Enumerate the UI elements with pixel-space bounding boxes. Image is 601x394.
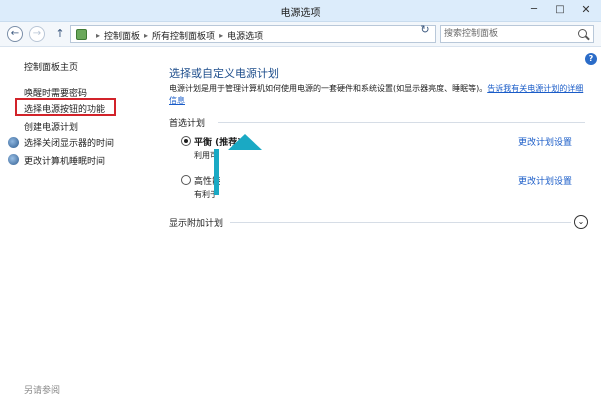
maximize-button[interactable]: □ <box>547 2 573 18</box>
title-bar: 电源选项 ─ □ ✕ <box>0 0 601 22</box>
breadcrumb-separator[interactable]: ▸ <box>144 31 148 40</box>
breadcrumb-power-options[interactable]: 电源选项 <box>227 29 263 42</box>
sidebar: 控制面板主页 唤醒时需要密码 选择电源按钮的功能 创建电源计划 选择关闭显示器的… <box>0 48 160 394</box>
divider <box>218 122 585 123</box>
search-input[interactable] <box>444 27 572 41</box>
page-title: 选择或自定义电源计划 <box>169 67 279 80</box>
breadcrumb-control-panel[interactable]: 控制面板 <box>104 29 140 42</box>
divider <box>230 222 571 223</box>
show-additional-plans-heading[interactable]: 显示附加计划 <box>169 216 223 229</box>
sidebar-item-power-button[interactable]: 选择电源按钮的功能 <box>24 102 105 115</box>
control-panel-icon <box>76 29 87 40</box>
address-toolbar: ← → ↑ ▸ 控制面板 ▸ 所有控制面板项 ▸ 电源选项 ▾ ↻ <box>0 22 601 47</box>
minimize-button[interactable]: ─ <box>521 2 547 18</box>
window-title: 电源选项 <box>280 8 321 19</box>
chevron-down-icon[interactable]: ⌄ <box>574 215 588 229</box>
address-bar[interactable]: ▸ 控制面板 ▸ 所有控制面板项 ▸ 电源选项 ▾ <box>70 25 481 43</box>
arrow-shaft <box>214 149 219 195</box>
search-icon[interactable] <box>578 29 587 38</box>
refresh-button[interactable]: ↻ <box>418 23 432 36</box>
see-also-heading: 另请参阅 <box>24 386 61 394</box>
annotation-mask <box>220 172 248 202</box>
breadcrumb-separator[interactable]: ▸ <box>219 31 223 40</box>
page-description: 电源计划是用于管理计算机如何使用电源的一套硬件和系统设置(如显示器亮度、睡眠等)… <box>169 83 584 107</box>
forward-button[interactable]: → <box>29 26 45 42</box>
display-icon <box>8 137 19 148</box>
breadcrumb-all-items[interactable]: 所有控制面板项 <box>152 29 215 42</box>
sidebar-item-home[interactable]: 控制面板主页 <box>24 60 78 73</box>
breadcrumb-separator[interactable]: ▸ <box>96 31 100 40</box>
change-balanced-plan-link[interactable]: 更改计划设置 <box>518 135 572 148</box>
up-button[interactable]: ↑ <box>53 27 67 41</box>
plan-balanced-radio[interactable] <box>181 136 191 146</box>
close-button[interactable]: ✕ <box>573 2 599 18</box>
plan-high-performance-radio[interactable] <box>181 175 191 185</box>
preferred-plans-heading: 首选计划 <box>169 119 206 129</box>
sidebar-item-create-plan[interactable]: 创建电源计划 <box>24 120 78 133</box>
help-icon[interactable]: ? <box>585 53 597 65</box>
search-box[interactable] <box>440 25 594 43</box>
back-button[interactable]: ← <box>7 26 23 42</box>
description-text: 电源计划是用于管理计算机如何使用电源的一套硬件和系统设置(如显示器亮度、睡眠等)… <box>169 84 488 93</box>
sidebar-item-display-off[interactable]: 选择关闭显示器的时间 <box>24 136 114 149</box>
change-high-performance-plan-link[interactable]: 更改计划设置 <box>518 174 572 187</box>
breadcrumb: ▸ 控制面板 ▸ 所有控制面板项 ▸ 电源选项 <box>92 29 263 42</box>
sidebar-item-sleep-time[interactable]: 更改计算机睡眠时间 <box>24 154 105 167</box>
arrow-icon <box>228 134 262 150</box>
sleep-icon <box>8 154 19 165</box>
